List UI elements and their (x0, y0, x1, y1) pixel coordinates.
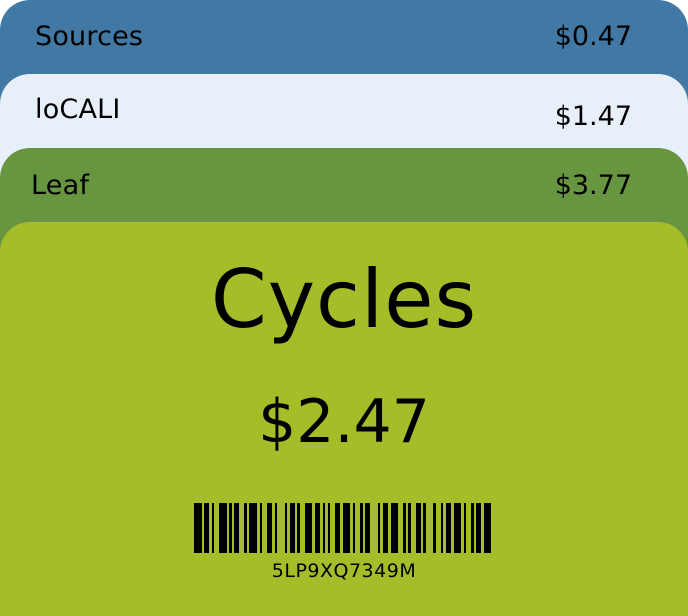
barcode-gap (277, 503, 285, 553)
barcode-gap (426, 503, 434, 553)
card-row: Leaf $3.77 (0, 148, 688, 201)
barcode-code: 5LP9XQ7349M (271, 560, 417, 582)
barcode-bar (249, 503, 257, 553)
barcode-bar (483, 503, 492, 553)
barcode-bar (304, 503, 313, 553)
featured-card[interactable]: Cycles $2.47 5LP9XQ7349M (0, 222, 688, 616)
barcode-bar (390, 503, 399, 553)
card-name: Leaf (31, 170, 90, 201)
barcode-bar (194, 503, 202, 553)
price-card-stack: Sources $0.47 loCALI $1.47 Leaf $3.77 Cy… (0, 0, 688, 616)
featured-price: $2.47 (258, 387, 430, 457)
card-name: Sources (35, 21, 144, 52)
card-row: loCALI $1.47 (0, 74, 688, 132)
card-name: loCALI (35, 94, 121, 125)
card-price: $0.47 (554, 21, 632, 52)
barcode-bar (219, 503, 227, 553)
card-price: $3.77 (554, 170, 632, 201)
barcode-bar (453, 503, 462, 553)
barcode (194, 503, 492, 553)
featured-title: Cycles (210, 253, 478, 346)
card-row: Sources $0.47 (0, 0, 688, 52)
barcode-gap (370, 503, 378, 553)
barcode-bar (342, 503, 351, 553)
card-price: $1.47 (554, 101, 632, 132)
